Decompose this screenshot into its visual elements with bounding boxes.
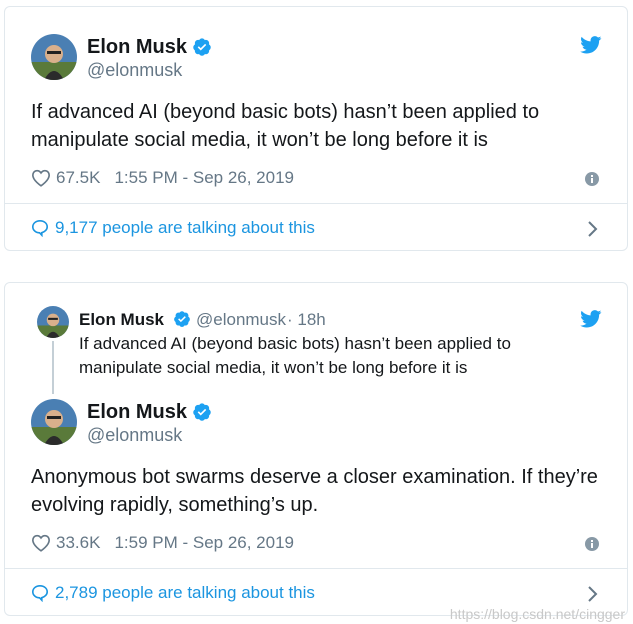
avatar-image	[31, 399, 77, 445]
watermark: https://blog.csdn.net/cingger	[449, 606, 625, 622]
heart-icon[interactable]	[31, 534, 51, 552]
avatar[interactable]	[31, 34, 77, 80]
verified-badge-icon	[173, 310, 191, 328]
talking-count[interactable]: 9,177 people are talking about this	[55, 218, 315, 238]
talking-count[interactable]: 2,789 people are talking about this	[55, 583, 315, 603]
like-count[interactable]: 67.5K	[56, 168, 100, 188]
quoted-author-handle[interactable]: @elonmusk	[196, 310, 286, 330]
thread-line	[52, 341, 54, 394]
conversation-link[interactable]: 9,177 people are talking about this	[31, 218, 315, 238]
speech-bubble-icon	[31, 584, 49, 602]
quoted-age[interactable]: · 18h	[287, 310, 326, 330]
avatar[interactable]	[31, 399, 77, 445]
chevron-right-icon[interactable]	[587, 585, 599, 603]
verified-badge-icon	[192, 37, 212, 57]
author-name[interactable]: Elon Musk	[87, 36, 187, 59]
tweet-card[interactable]: Elon Musk @elonmusk If advanced AI (beyo…	[4, 6, 628, 251]
tweet-text: If advanced AI (beyond basic bots) hasn’…	[31, 101, 540, 151]
timestamp[interactable]: 1:59 PM - Sep 26, 2019	[114, 533, 294, 553]
conversation-link[interactable]: 2,789 people are talking about this	[31, 583, 315, 603]
divider	[5, 568, 627, 569]
avatar-image	[31, 34, 77, 80]
divider	[5, 203, 627, 204]
quoted-tweet-text: If advanced AI (beyond basic bots) hasn’…	[79, 334, 511, 377]
info-icon[interactable]	[585, 537, 599, 551]
author-handle[interactable]: @elonmusk	[87, 425, 182, 446]
quoted-avatar[interactable]	[37, 306, 69, 338]
quoted-author-name[interactable]: Elon Musk	[79, 310, 164, 330]
twitter-bird-icon[interactable]	[580, 36, 602, 54]
tweet-meta: 33.6K 1:59 PM - Sep 26, 2019	[31, 533, 294, 553]
like-count[interactable]: 33.6K	[56, 533, 100, 553]
chevron-right-icon[interactable]	[587, 220, 599, 238]
author-handle[interactable]: @elonmusk	[87, 60, 182, 81]
info-icon[interactable]	[585, 172, 599, 186]
avatar-image	[37, 306, 69, 338]
tweet-card[interactable]: Elon Musk @elonmusk · 18h If advanced AI…	[4, 282, 628, 616]
twitter-bird-icon[interactable]	[580, 310, 602, 328]
heart-icon[interactable]	[31, 169, 51, 187]
speech-bubble-icon	[31, 219, 49, 237]
author-name[interactable]: Elon Musk	[87, 401, 187, 424]
tweet-meta: 67.5K 1:55 PM - Sep 26, 2019	[31, 168, 294, 188]
tweet-text: Anonymous bot swarms deserve a closer ex…	[31, 466, 598, 516]
verified-badge-icon	[192, 402, 212, 422]
timestamp[interactable]: 1:55 PM - Sep 26, 2019	[114, 168, 294, 188]
